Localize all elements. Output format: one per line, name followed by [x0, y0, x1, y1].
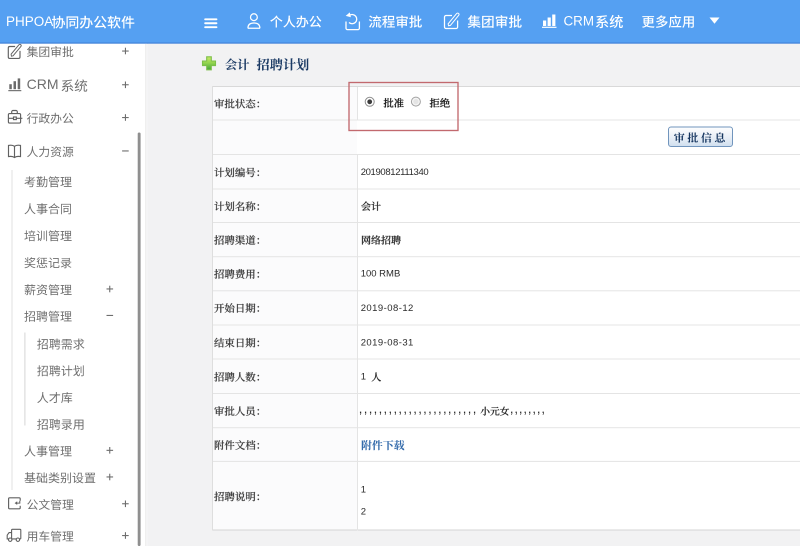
svg-text:100 RMB: 100 RMB [361, 269, 401, 280]
svg-text:,,,,,,,,,,,,,,,,,,,,,,,,: ,,,,,,,,,,,,,,,,,,,,,,,, [359, 401, 478, 416]
svg-text:1: 1 [361, 485, 366, 496]
svg-text:CRM: CRM [27, 76, 59, 92]
svg-text:,,,,,,,,: ,,,,,,,, [510, 401, 546, 416]
svg-text:1: 1 [361, 372, 366, 383]
svg-text:2019-08-31: 2019-08-31 [361, 337, 414, 348]
svg-text:2: 2 [361, 506, 366, 517]
svg-text:CRM: CRM [564, 13, 595, 28]
svg-text:PHPOA: PHPOA [6, 14, 53, 29]
svg-text:20190812111340: 20190812111340 [361, 167, 429, 178]
svg-text:2019-08-12: 2019-08-12 [361, 303, 414, 314]
